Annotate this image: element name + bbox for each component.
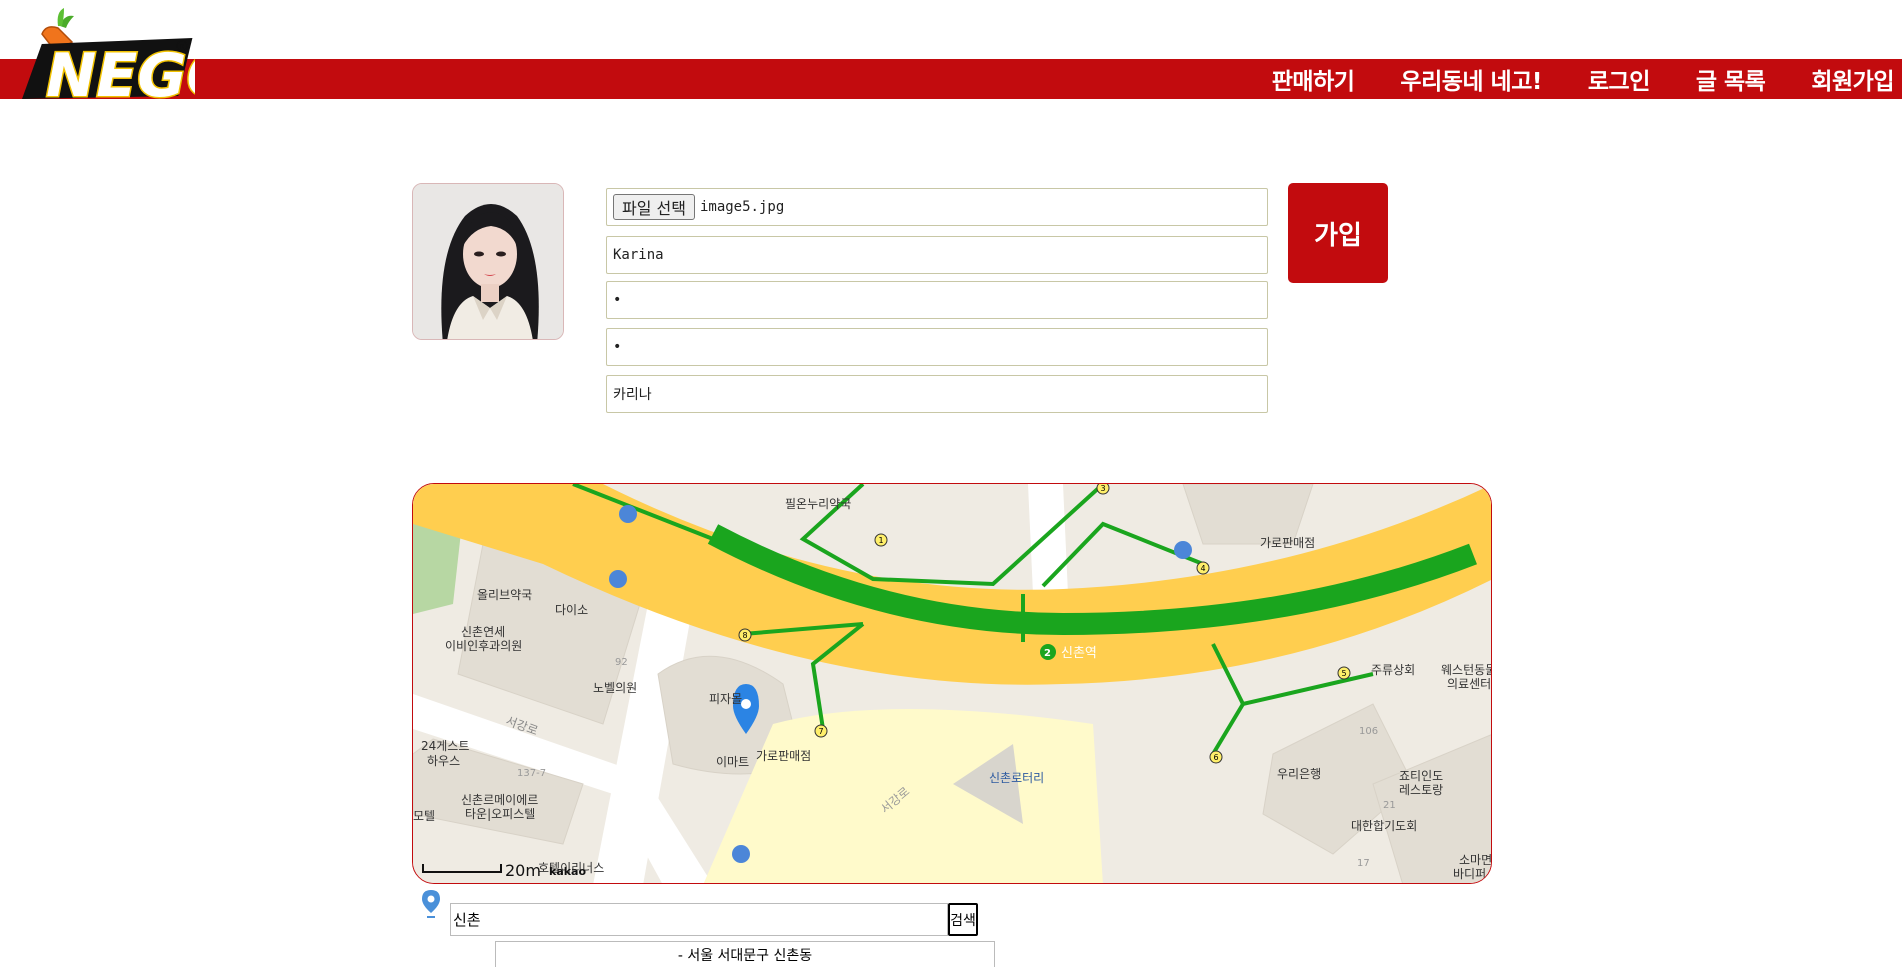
svg-text:바디퍼: 바디퍼 [1453, 867, 1486, 881]
svg-text:kakao: kakao [549, 865, 586, 878]
nav-signup[interactable]: 회원가입 [1788, 62, 1894, 96]
svg-text:다이소: 다이소 [555, 603, 588, 617]
search-button[interactable]: 검색 [948, 903, 978, 936]
search-result-item[interactable]: - 서울 서대문구 신촌동 [495, 941, 995, 967]
svg-text:타운|오피스텔: 타운|오피스텔 [465, 807, 535, 821]
svg-text:3: 3 [1100, 484, 1105, 493]
svg-text:피자몰: 피자몰 [709, 692, 742, 706]
svg-text:소마면: 소마면 [1459, 853, 1492, 867]
bus-stop-icon [732, 845, 750, 863]
svg-text:필온누리약국: 필온누리약국 [785, 496, 851, 511]
svg-text:신촌르메이에르: 신촌르메이에르 [461, 793, 538, 807]
bus-stop-icon [619, 505, 637, 523]
svg-text:5: 5 [1341, 669, 1346, 678]
svg-text:2: 2 [1044, 648, 1051, 659]
svg-text:137-7: 137-7 [517, 768, 546, 779]
map-view[interactable]: 2 신촌역 1 3 4 5 6 7 8 필온누리약국 가로판매점 올리브약국 다… [412, 483, 1492, 884]
svg-text:106: 106 [1359, 726, 1378, 737]
svg-text:올리브약국: 올리브약국 [477, 587, 532, 602]
nav-sell[interactable]: 판매하기 [1249, 62, 1378, 96]
svg-text:1: 1 [878, 536, 883, 545]
svg-text:신촌연세: 신촌연세 [461, 625, 505, 639]
svg-text:가로판매점: 가로판매점 [1260, 536, 1315, 550]
svg-text:8: 8 [742, 631, 747, 640]
svg-text:대한합기도회: 대한합기도회 [1351, 819, 1417, 833]
password-value: • [613, 292, 622, 308]
username-value: Karina [613, 247, 664, 263]
svg-text:의료센터: 의료센터 [1447, 677, 1491, 691]
nickname-value: 카리나 [613, 387, 652, 403]
svg-text:NEGO: NEGO [46, 41, 195, 108]
svg-text:21: 21 [1383, 800, 1396, 811]
file-name: image5.jpg [699, 199, 785, 215]
svg-text:모텔: 모텔 [413, 809, 435, 823]
password-confirm-field[interactable]: • [606, 328, 1268, 366]
nav-login[interactable]: 로그인 [1565, 62, 1673, 96]
building-block [1182, 484, 1314, 545]
svg-text:하우스: 하우스 [427, 754, 460, 768]
svg-text:4: 4 [1200, 564, 1205, 573]
svg-text:죠티인도: 죠티인도 [1399, 769, 1443, 783]
svg-text:웨스턴동물: 웨스턴동물 [1441, 663, 1492, 677]
svg-text:6: 6 [1213, 753, 1218, 762]
main-nav: 판매하기 우리동네 네고! 로그인 글 목록 회원가입 [1249, 59, 1895, 99]
nego-logo[interactable]: NEGO R [20, 4, 239, 113]
file-select-button[interactable]: 파일 선택 [613, 194, 695, 220]
svg-text:가로판매점: 가로판매점 [756, 749, 811, 763]
svg-text:17: 17 [1357, 858, 1370, 869]
svg-text:20m: 20m [505, 861, 541, 880]
bus-stop-icon [1174, 541, 1192, 559]
header: NEGO R 판매하기 우리동네 네고! 로그인 글 목록 회원가입 [0, 0, 1902, 113]
username-field[interactable]: Karina [606, 236, 1268, 274]
bus-stop-icon [609, 570, 627, 588]
nav-post-list[interactable]: 글 목록 [1673, 62, 1789, 96]
svg-text:이마트: 이마트 [716, 755, 749, 769]
location-pin-icon [420, 889, 442, 919]
svg-text:24게스트: 24게스트 [421, 739, 469, 753]
svg-text:이비인후과의원: 이비인후과의원 [445, 639, 522, 653]
svg-text:R: R [180, 43, 185, 51]
password-confirm-value: • [613, 339, 622, 355]
nav-local-nego[interactable]: 우리동네 네고! [1377, 62, 1564, 96]
svg-text:신촌로터리: 신촌로터리 [989, 771, 1044, 785]
svg-text:레스토랑: 레스토랑 [1399, 783, 1443, 797]
svg-text:우리은행: 우리은행 [1277, 766, 1321, 781]
nickname-field[interactable]: 카리나 [606, 375, 1268, 413]
svg-text:노벨의원: 노벨의원 [593, 681, 637, 695]
profile-file-input[interactable]: 파일 선택 image5.jpg [606, 188, 1268, 226]
address-search-input[interactable]: 신촌 [450, 903, 948, 936]
password-field[interactable]: • [606, 281, 1268, 319]
svg-text:7: 7 [818, 727, 823, 736]
profile-image-preview [412, 183, 564, 340]
svg-text:92: 92 [615, 657, 628, 668]
signup-submit-button[interactable]: 가입 [1288, 183, 1388, 283]
svg-text:주류상회: 주류상회 [1371, 663, 1415, 677]
station-label: 신촌역 [1061, 646, 1097, 661]
